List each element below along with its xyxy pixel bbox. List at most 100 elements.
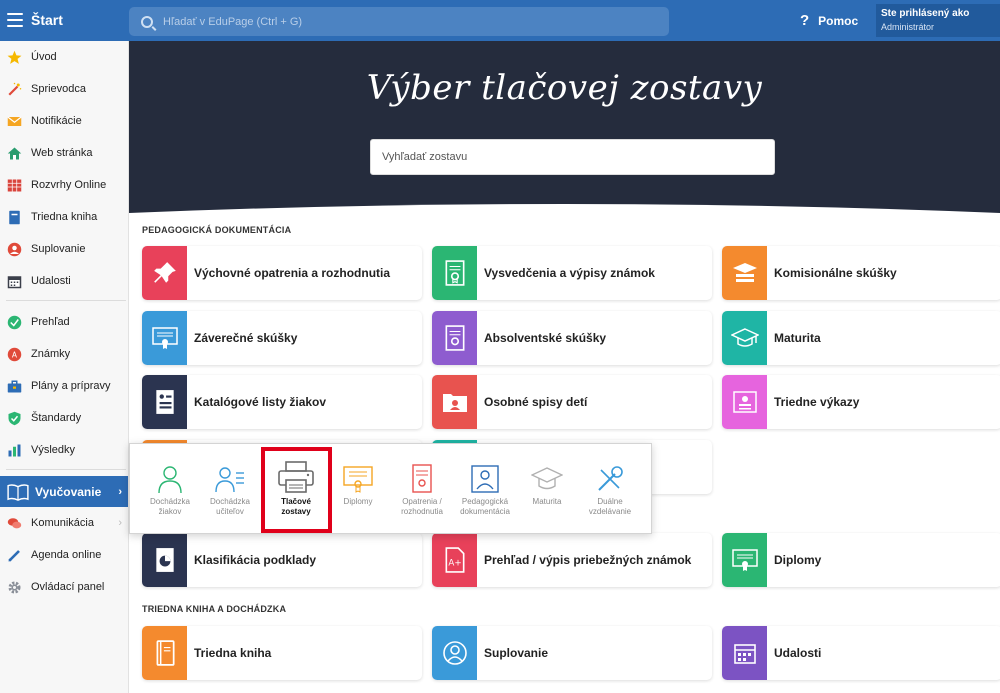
magic-wand-icon <box>7 82 22 97</box>
sidebar-divider <box>6 469 126 470</box>
svg-text:A+: A+ <box>448 558 461 568</box>
card-diplomy[interactable]: Diplomy <box>722 533 1000 587</box>
card-triedna-kniha[interactable]: Triedna kniha <box>142 626 422 680</box>
card-katalogove-listy[interactable]: Katalógové listy žiakov <box>142 375 422 429</box>
svg-text:A: A <box>12 350 18 359</box>
sidebar-item-vysledky[interactable]: Výsledky <box>0 436 128 464</box>
submenu-maturita[interactable]: Maturita <box>517 464 577 507</box>
briefcase-icon <box>7 379 22 394</box>
submenu-dualne-vzdelavanie[interactable]: Duálne vzdelávanie <box>580 464 640 517</box>
sidebar-item-plany-a-pripravy[interactable]: Plány a prípravy <box>0 372 128 400</box>
global-search[interactable] <box>129 7 669 36</box>
submenu-opatrenia-rozhodnutia[interactable]: Opatrenia / rozhodnutia <box>392 464 452 517</box>
class-report-icon <box>722 375 767 429</box>
folder-person-icon <box>432 375 477 429</box>
sidebar-item-notifikacie[interactable]: Notifikácie <box>0 107 128 135</box>
sidebar-item-web-stranka[interactable]: Web stránka <box>0 139 128 167</box>
sidebar-item-prehlad[interactable]: Prehľad <box>0 308 128 336</box>
card-osobne-spisy[interactable]: Osobné spisy detí <box>432 375 712 429</box>
card-udalosti[interactable]: Udalosti <box>722 626 1000 680</box>
diploma-icon <box>328 464 388 494</box>
sidebar-item-standardy[interactable]: Štandardy <box>0 404 128 432</box>
search-icon <box>141 15 153 28</box>
chevron-right-icon: › <box>118 517 122 529</box>
sidebar-item-udalosti[interactable]: Udalosti <box>0 267 128 295</box>
chevron-right-icon: › <box>118 485 122 498</box>
question-icon: ? <box>800 12 810 29</box>
section-title-triedna: TRIEDNA KNIHA A DOCHÁDZKA <box>142 604 287 614</box>
card-zaverecne-skusky[interactable]: Záverečné skúšky <box>142 311 422 365</box>
star-icon <box>7 50 22 65</box>
sidebar-divider <box>6 300 126 301</box>
calendar-icon <box>7 274 22 289</box>
sidebar-item-rozvrhy-online[interactable]: Rozvrhy Online <box>0 171 128 199</box>
sidebar: Úvod Sprievodca Notifikácie Web stránka … <box>0 41 129 693</box>
book-icon <box>7 210 22 225</box>
card-absolventske-skusky[interactable]: Absolventské skúšky <box>432 311 712 365</box>
person-icon <box>7 242 22 257</box>
chat-bubbles-icon <box>7 516 22 531</box>
sidebar-item-komunikacia[interactable]: Komunikácia › <box>0 509 128 537</box>
card-komisionalne-skusky[interactable]: Komisionálne skúšky <box>722 246 1000 300</box>
sidebar-item-triedna-kniha[interactable]: Triedna kniha <box>0 203 128 231</box>
graduation-books-icon <box>722 246 767 300</box>
submenu-pedagogicka-dokumentacia[interactable]: Pedagogická dokumentácia <box>455 464 515 517</box>
certificate-icon <box>432 246 477 300</box>
sidebar-item-uvod[interactable]: Úvod <box>0 43 128 71</box>
check-circle-icon <box>7 315 22 330</box>
top-bar: Štart ? Pomoc Ste prihlásený ako Adminis… <box>0 0 1000 41</box>
grade-badge-icon: A <box>7 347 22 362</box>
report-search-input[interactable] <box>382 151 762 163</box>
person-icon <box>432 626 477 680</box>
submenu-diplomy[interactable]: Diplomy <box>328 464 388 507</box>
submenu-dochadzka-ziakov[interactable]: Dochádzka žiakov <box>140 464 200 517</box>
vyucovanie-submenu: Dochádzka žiakov Dochádzka učiteľov Tlačov… <box>129 443 652 534</box>
timetable-grid-icon <box>7 178 22 193</box>
card-prehlad-priebeznych-znamok[interactable]: A+ Prehľad / výpis priebežných známok <box>432 533 712 587</box>
card-vysvedcenia[interactable]: Vysvedčenia a výpisy známok <box>432 246 712 300</box>
start-link[interactable]: Štart <box>31 12 63 28</box>
diploma-icon <box>142 311 187 365</box>
hero-banner: Výber tlačovej zostavy <box>129 41 1000 219</box>
pushpin-icon <box>142 246 187 300</box>
sidebar-item-vyucovanie[interactable]: Vyučovanie › <box>0 476 128 507</box>
user-menu[interactable]: Ste prihlásený ako Administrátor <box>876 4 1000 37</box>
student-record-icon <box>142 375 187 429</box>
sidebar-item-sprievodca[interactable]: Sprievodca <box>0 75 128 103</box>
global-search-input[interactable] <box>163 15 643 28</box>
shield-icon <box>7 411 22 426</box>
grade-sheet-icon: A+ <box>432 533 477 587</box>
sidebar-item-suplovanie[interactable]: Suplovanie <box>0 235 128 263</box>
section-title-pedagogicka: PEDAGOGICKÁ DOKUMENTÁCIA <box>142 225 292 235</box>
pie-report-icon <box>142 533 187 587</box>
card-triedne-vykazy[interactable]: Triedne výkazy <box>722 375 1000 429</box>
bar-chart-icon <box>7 443 22 458</box>
notebook-icon <box>142 626 187 680</box>
card-klasifikacia-podklady[interactable]: Klasifikácia podklady <box>142 533 422 587</box>
help-button[interactable]: ? Pomoc <box>800 12 858 29</box>
certificate-icon <box>432 311 477 365</box>
teacher-list-icon <box>200 464 260 494</box>
sidebar-item-ovladaci-panel[interactable]: Ovládací panel <box>0 573 128 601</box>
gear-icon <box>7 580 22 595</box>
card-maturita[interactable]: Maturita <box>722 311 1000 365</box>
sidebar-item-agenda-online[interactable]: Agenda online <box>0 541 128 569</box>
user-logged-label: Ste prihlásený ako <box>881 8 970 19</box>
pen-icon <box>7 548 22 563</box>
certificate-icon <box>392 464 452 494</box>
house-icon <box>7 146 22 161</box>
report-search[interactable] <box>370 139 775 175</box>
tools-icon <box>580 464 640 494</box>
card-vychovne-opatrenia[interactable]: Výchovné opatrenia a rozhodnutia <box>142 246 422 300</box>
sidebar-item-znamky[interactable]: A Známky <box>0 340 128 368</box>
submenu-dochadzka-ucitelov[interactable]: Dochádzka učiteľov <box>200 464 260 517</box>
card-suplovanie[interactable]: Suplovanie <box>432 626 712 680</box>
highlight-frame <box>261 447 332 533</box>
student-outline-icon <box>140 464 200 494</box>
user-role: Administrátor <box>881 22 935 32</box>
calendar-icon <box>722 626 767 680</box>
student-card-icon <box>455 464 515 494</box>
graduation-cap-icon <box>517 464 577 494</box>
hamburger-menu-icon[interactable] <box>7 13 23 27</box>
diploma-icon <box>722 533 767 587</box>
